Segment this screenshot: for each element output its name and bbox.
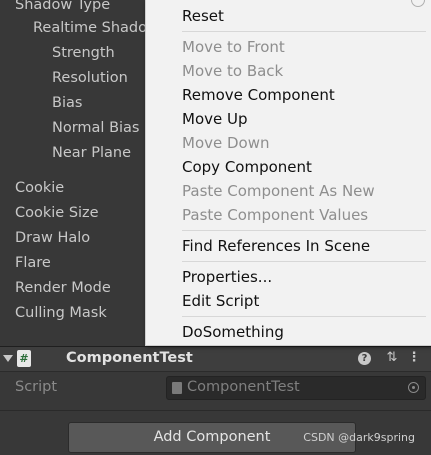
menu-item-properties[interactable]: Properties... [182,267,272,287]
component-header[interactable]: # ComponentTest ? ⇅ ⋮ [0,346,431,372]
component-menu-icon[interactable]: ⋮ [406,350,422,366]
script-field[interactable]: ComponentTest [166,376,426,400]
menu-separator [182,31,426,32]
menu-item-find-references[interactable]: Find References In Scene [182,236,370,256]
menu-item-dosomething[interactable]: DoSomething [182,322,284,342]
menu-item-reset[interactable]: Reset [182,6,224,26]
menu-item-move-to-front: Move to Front [182,38,285,56]
menu-item-move-to-back: Move to Back [182,62,284,80]
prop-draw-halo[interactable]: Draw Halo [15,229,90,247]
component-title: ComponentTest [66,350,193,366]
watermark: CSDN @dark9spring [303,431,415,444]
prop-strength[interactable]: Strength [52,44,115,62]
prop-resolution[interactable]: Resolution [52,69,128,87]
divider [0,410,431,411]
context-menu: Reset Move to Front Move to Back Remove … [145,0,431,346]
prop-cookie[interactable]: Cookie [15,179,64,197]
prop-realtime-shadows[interactable]: Realtime Shado [33,19,147,37]
prop-bias[interactable]: Bias [52,94,82,112]
script-icon: # [17,350,31,367]
menu-item-edit-script[interactable]: Edit Script [182,291,259,311]
menu-item-paste-as-new: Paste Component As New [182,182,375,200]
script-icon-glyph: # [19,352,29,365]
prop-flare[interactable]: Flare [15,254,51,272]
script-label: Script [15,379,58,395]
menu-corner-circle-icon [411,0,425,7]
prop-culling-mask[interactable]: Culling Mask [15,304,107,322]
foldout-arrow-icon[interactable] [3,355,13,362]
menu-item-move-down: Move Down [182,134,270,152]
presets-icon[interactable]: ⇅ [384,350,400,366]
prop-shadow-type[interactable]: Shadow Type [15,0,110,14]
script-row: Script ComponentTest [0,372,431,404]
help-icon[interactable]: ? [358,352,371,365]
script-file-icon [172,382,182,394]
prop-near-plane[interactable]: Near Plane [52,144,131,162]
menu-item-remove-component[interactable]: Remove Component [182,85,335,105]
menu-item-move-up[interactable]: Move Up [182,109,248,129]
menu-item-copy-component[interactable]: Copy Component [182,157,312,177]
prop-normal-bias[interactable]: Normal Bias [52,119,140,137]
object-picker-icon[interactable] [408,382,419,393]
prop-cookie-size[interactable]: Cookie Size [15,204,99,222]
prop-render-mode[interactable]: Render Mode [15,279,111,297]
menu-separator [182,230,426,231]
script-field-value: ComponentTest [187,379,300,395]
menu-separator [182,316,426,317]
menu-item-paste-values: Paste Component Values [182,206,369,224]
menu-separator [182,261,426,262]
